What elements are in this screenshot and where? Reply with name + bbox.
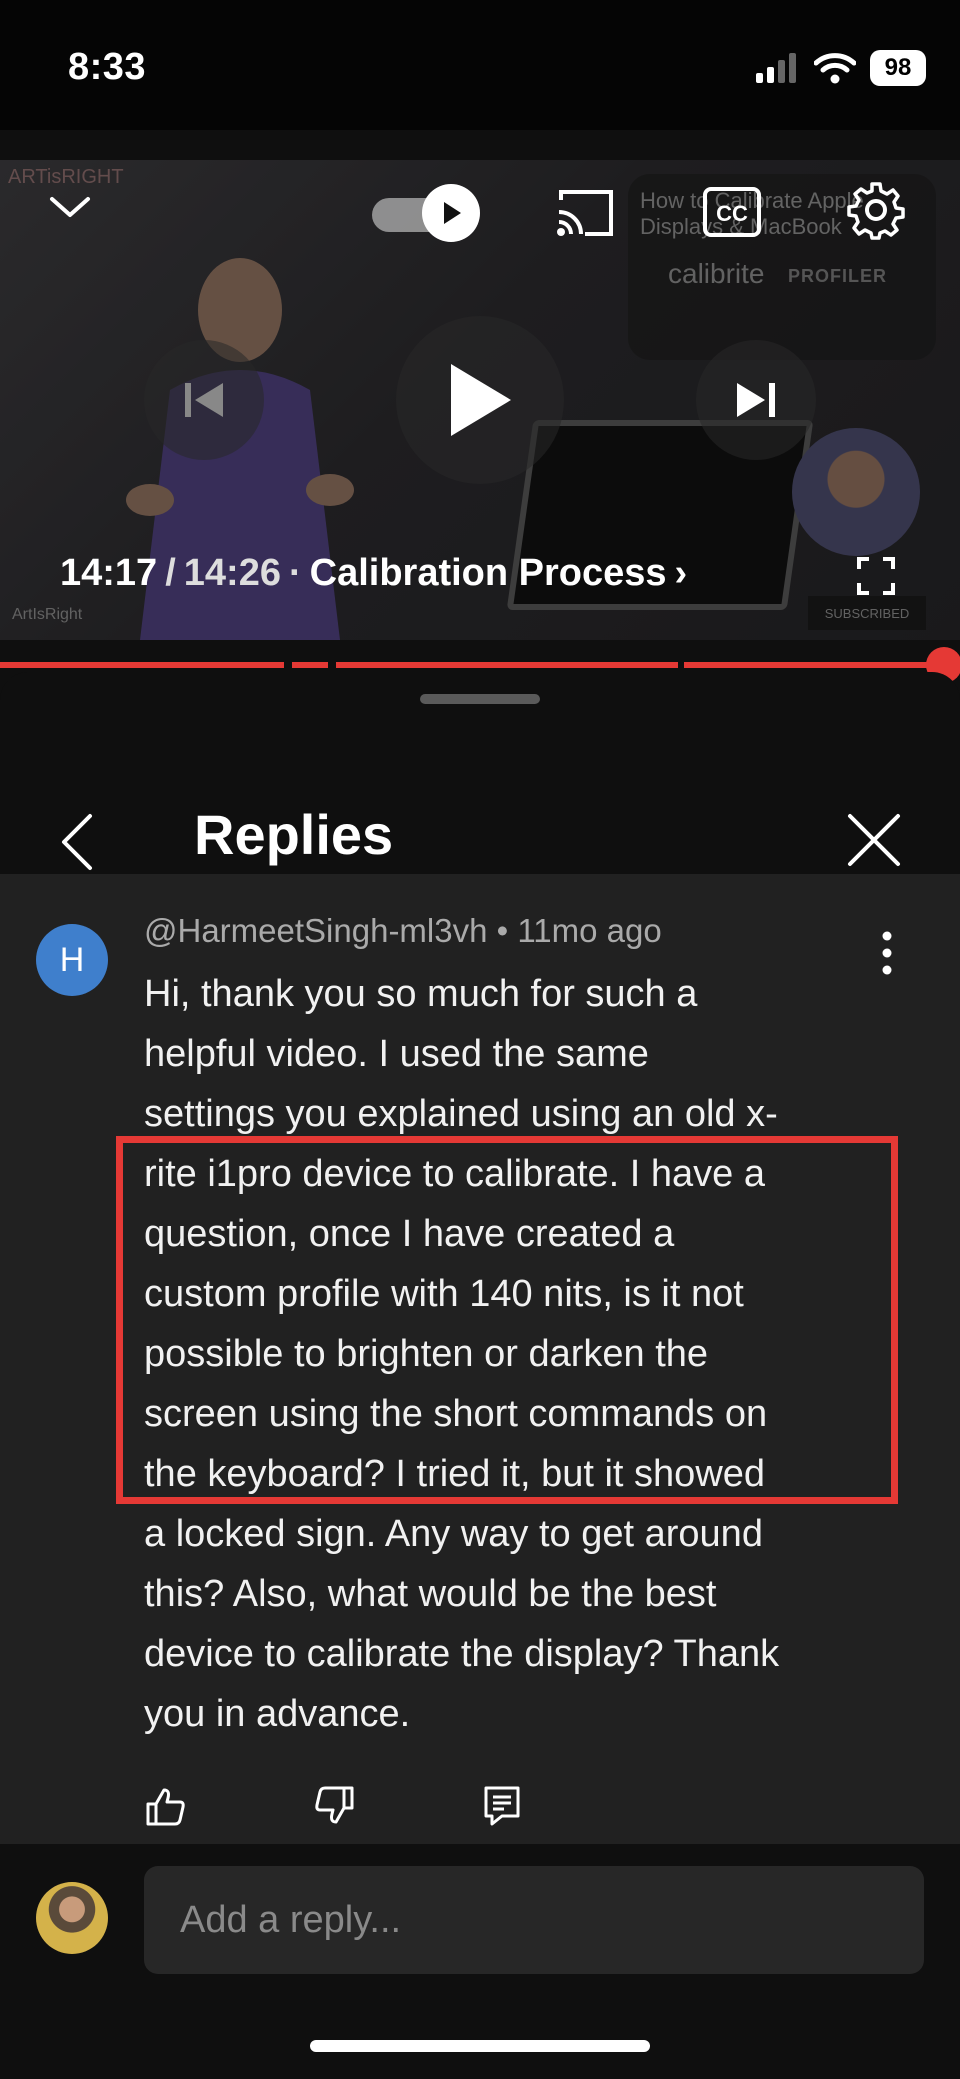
- play-button[interactable]: [396, 316, 564, 484]
- svg-text:CC: CC: [716, 201, 748, 226]
- avatar[interactable]: H: [36, 924, 108, 996]
- cast-icon: [557, 190, 613, 236]
- fullscreen-button[interactable]: [852, 552, 900, 600]
- like-button[interactable]: [144, 1784, 188, 1828]
- page-title: Replies: [194, 803, 394, 866]
- wifi-icon: [814, 53, 856, 84]
- close-icon: [848, 814, 900, 866]
- close-button[interactable]: [846, 812, 906, 872]
- user-avatar[interactable]: [36, 1882, 108, 1954]
- comment-author[interactable]: @HarmeetSingh-ml3vh: [144, 912, 487, 949]
- comment-line: Hi, thank you so much for such a: [144, 973, 698, 1015]
- comment-line: settings you explained using an old x-: [144, 1093, 778, 1135]
- drag-handle[interactable]: [420, 694, 540, 704]
- seek-bar[interactable]: [0, 647, 960, 683]
- comment-line: device to calibrate the display? Thank: [144, 1633, 780, 1675]
- chapter-chevron-icon: ›: [674, 552, 688, 594]
- autoplay-knob: [422, 184, 480, 242]
- time-separator: /: [165, 552, 176, 594]
- highlight-annotation-box: [116, 1136, 898, 1504]
- gear-icon: [847, 182, 905, 240]
- home-indicator[interactable]: [310, 2040, 650, 2052]
- playback-time-row[interactable]: 14:17 / 14:26 · Calibration Process ›: [60, 552, 687, 595]
- status-bar: 8:33 98: [0, 0, 960, 130]
- captions-button[interactable]: CC: [700, 180, 764, 244]
- comment-actions: [144, 1784, 524, 1828]
- chapter-segment: [684, 662, 946, 668]
- comment-line: you in advance.: [144, 1693, 411, 1735]
- comment-age: 11mo ago: [517, 912, 662, 949]
- chapter-separator: ·: [288, 552, 302, 594]
- back-button[interactable]: [56, 812, 116, 872]
- reply-icon: [484, 1786, 520, 1826]
- dislike-button[interactable]: [312, 1784, 356, 1828]
- comment-line: helpful video. I used the same: [144, 1033, 649, 1075]
- battery-indicator: 98: [870, 50, 926, 86]
- chapter-segment: [0, 662, 284, 668]
- reply-button[interactable]: [480, 1784, 524, 1828]
- comment-line: a locked sign. Any way to get around: [144, 1513, 763, 1555]
- chevron-left-icon: [62, 814, 92, 870]
- skip-previous-icon: [185, 383, 223, 417]
- meta-bullet: •: [496, 912, 509, 949]
- comment-thread: H @HarmeetSingh-ml3vh • 11mo ago Hi, tha…: [0, 874, 960, 1844]
- thumbs-up-icon: [146, 1788, 185, 1826]
- comment-line: this? Also, what would be the best: [144, 1573, 717, 1615]
- captions-icon: CC: [703, 187, 761, 237]
- duration: 14:26: [183, 552, 281, 594]
- chapter-title[interactable]: Calibration Process: [310, 552, 667, 595]
- comment-meta: @HarmeetSingh-ml3vh • 11mo ago: [144, 912, 662, 950]
- reply-input[interactable]: [144, 1866, 924, 1974]
- next-button[interactable]: [696, 340, 816, 460]
- current-time: 14:17: [60, 552, 158, 594]
- autoplay-toggle-icon: [444, 202, 461, 224]
- play-icon: [451, 364, 511, 436]
- signal-icon: [756, 53, 796, 83]
- autoplay-toggle[interactable]: [372, 184, 482, 242]
- video-player[interactable]: ARTisRIGHT How to Calibrate Apple Displa…: [0, 160, 960, 640]
- sheet-header: Replies: [0, 712, 960, 872]
- previous-button[interactable]: [144, 340, 264, 460]
- chevron-down-icon: [50, 197, 90, 217]
- fullscreen-icon: [857, 557, 895, 595]
- cast-button[interactable]: [552, 184, 618, 242]
- settings-button[interactable]: [844, 178, 908, 242]
- status-time: 8:33: [68, 46, 147, 88]
- skip-next-icon: [737, 383, 775, 417]
- chapter-segment: [292, 662, 328, 668]
- status-icons: 98: [756, 50, 926, 86]
- thumbs-down-icon: [315, 1786, 354, 1824]
- collapse-button[interactable]: [46, 184, 94, 232]
- chapter-segment: [336, 662, 678, 668]
